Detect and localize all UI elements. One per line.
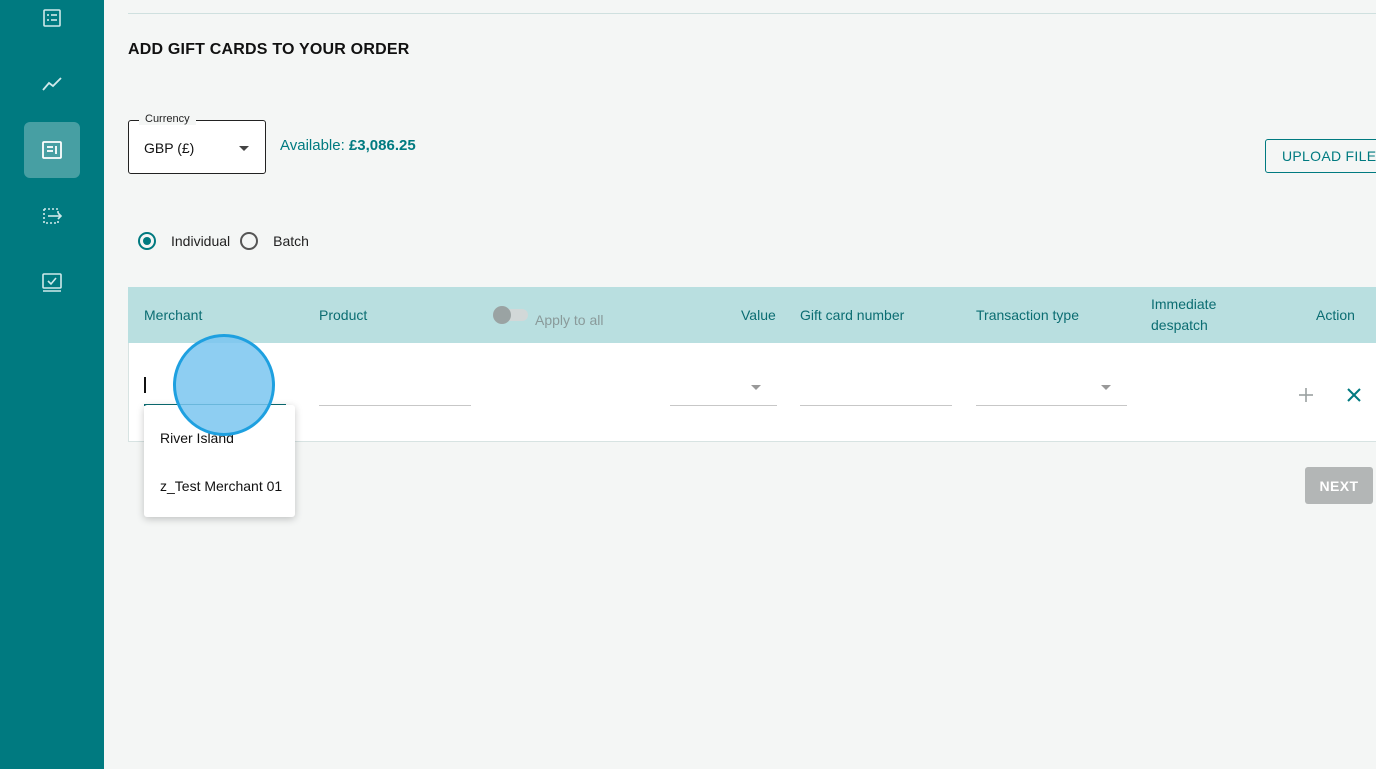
upload-file-button[interactable]: UPLOAD FILE <box>1265 139 1376 173</box>
sidebar-item-reports[interactable] <box>24 56 80 112</box>
caret-down-icon <box>239 146 249 151</box>
merchant-option[interactable]: z_Test Merchant 01 <box>160 478 282 494</box>
available-balance: Available: £3,086.25 <box>280 137 416 154</box>
header-product: Product <box>319 307 368 323</box>
available-label: Available: <box>280 137 345 154</box>
gift-card-number-input[interactable] <box>800 405 952 406</box>
header-immediate-despatch-line2: despatch <box>1151 317 1208 333</box>
radio-batch[interactable] <box>240 232 259 250</box>
transfer-icon <box>43 208 63 224</box>
value-select[interactable] <box>670 405 777 406</box>
radio-individual-label[interactable]: Individual <box>171 233 230 249</box>
available-amount: £3,086.25 <box>348 137 416 154</box>
currency-select[interactable]: Currency GBP (£) <box>128 113 266 174</box>
text-cursor <box>144 377 146 393</box>
page-title: ADD GIFT CARDS TO YOUR ORDER <box>128 41 410 58</box>
table-row <box>128 343 1376 442</box>
radio-batch-label[interactable]: Batch <box>273 233 309 249</box>
apply-to-all-toggle-knob[interactable] <box>493 306 511 324</box>
header-gift-card-number: Gift card number <box>800 307 905 323</box>
radio-individual[interactable] <box>138 232 156 250</box>
checklist-icon <box>42 273 62 292</box>
header-merchant: Merchant <box>144 307 203 323</box>
header-action: Action <box>1316 307 1355 323</box>
sidebar <box>0 0 104 769</box>
value-caret-down-icon <box>751 385 761 390</box>
transaction-type-caret-down-icon <box>1101 385 1111 390</box>
mode-radio-group: Individual Batch <box>138 232 319 250</box>
sidebar-item-list[interactable] <box>24 0 80 46</box>
currency-label: Currency <box>139 113 196 125</box>
top-divider <box>128 13 1376 14</box>
click-indicator <box>173 334 275 436</box>
apply-to-all-label: Apply to all <box>535 312 604 328</box>
plus-icon[interactable] <box>1296 385 1316 405</box>
product-input[interactable] <box>319 405 471 406</box>
sidebar-item-transfers[interactable] <box>24 188 80 244</box>
trend-chart-icon <box>42 77 62 91</box>
list-icon <box>43 9 61 27</box>
sidebar-item-orders[interactable] <box>24 122 80 178</box>
header-immediate-despatch-line1: Immediate <box>1151 296 1217 312</box>
currency-value: GBP (£) <box>144 140 195 156</box>
close-icon[interactable] <box>1344 385 1364 405</box>
next-button[interactable]: NEXT <box>1305 467 1373 504</box>
header-value: Value <box>741 307 776 323</box>
order-form-icon <box>42 141 62 159</box>
sidebar-item-approvals[interactable] <box>24 254 80 310</box>
transaction-type-select[interactable] <box>976 405 1127 406</box>
header-transaction-type: Transaction type <box>976 307 1079 323</box>
